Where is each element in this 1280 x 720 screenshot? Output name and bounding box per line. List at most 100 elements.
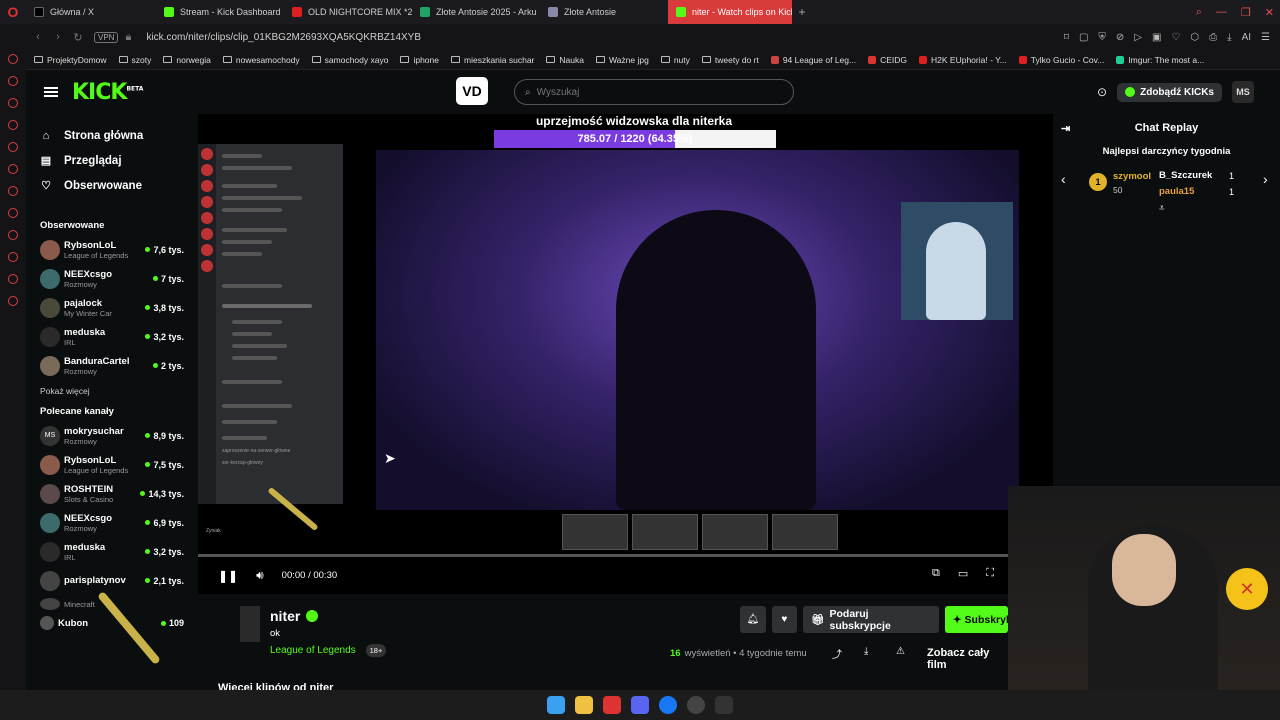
channel-item[interactable]: MS mokrysuchar Rozmowy 8,9 tys. xyxy=(26,421,198,450)
tab-nightcore[interactable]: OLD NIGHTCORE MIX *20 xyxy=(284,0,412,24)
menu-icon[interactable]: ☰ xyxy=(1261,32,1270,43)
leaderboard-icon[interactable]: ⊙ xyxy=(1097,85,1107,99)
wallet-icon[interactable]: ▣ xyxy=(1152,32,1161,43)
sidebar-app-icon[interactable] xyxy=(8,274,18,284)
video-player[interactable]: zaproszenie-na-serwer-główne sor-kerzap-… xyxy=(198,114,1053,594)
channel-item[interactable]: NEEXcsgo Rozmowy 7 tys. xyxy=(26,264,198,293)
tab-kick-dashboard[interactable]: Stream - Kick Dashboard xyxy=(156,0,284,24)
bookmark-item[interactable]: mieszkania suchar xyxy=(451,55,534,65)
sidebar-app-icon[interactable] xyxy=(8,54,18,64)
volume-icon[interactable]: 🔊︎ xyxy=(256,568,264,583)
bookmark-item[interactable]: norwegia xyxy=(163,55,211,65)
vpn-badge[interactable]: VPN xyxy=(94,31,119,43)
search-tabs-icon[interactable]: ⌕ xyxy=(1196,6,1202,19)
bookmark-item[interactable]: 94 League of Leg... xyxy=(770,55,856,65)
discord-icon[interactable] xyxy=(631,696,649,714)
channel-item[interactable]: meduska IRL 3,2 tys. xyxy=(26,322,198,351)
bookmark-item[interactable]: tweety do rt xyxy=(701,55,759,65)
notifications-bell-button[interactable]: 🔔︎ xyxy=(740,606,766,633)
pip-icon[interactable]: ⧉ xyxy=(932,567,940,580)
sidebar-app-icon[interactable] xyxy=(8,142,18,152)
adblock-icon[interactable]: ⊘ xyxy=(1116,32,1124,43)
collapse-chat-icon[interactable]: ⇥ xyxy=(1061,122,1070,135)
sidebar-app-icon[interactable] xyxy=(8,76,18,86)
facebook-icon[interactable] xyxy=(659,696,677,714)
theater-mode-icon[interactable]: ▭ xyxy=(958,567,968,580)
bookmark-item[interactable]: Tylko Gucio - Cov... xyxy=(1018,55,1104,65)
opera-icon[interactable] xyxy=(603,696,621,714)
bookmark-item[interactable]: szoty xyxy=(118,55,151,65)
follow-heart-button[interactable]: ♥ xyxy=(771,606,798,633)
streamer-name[interactable]: niter xyxy=(270,608,300,624)
reload-icon[interactable]: ↻ xyxy=(68,31,88,44)
file-explorer-icon[interactable] xyxy=(575,696,593,714)
bookmark-item[interactable]: nuty xyxy=(660,55,690,65)
heart-icon[interactable]: ♡ xyxy=(1171,32,1180,43)
donor-name[interactable]: B_Szczurek xyxy=(1159,170,1212,181)
bookmark-item[interactable]: ProjektyDomow xyxy=(34,55,107,65)
maximize-icon[interactable]: ❐ xyxy=(1241,6,1251,19)
category-link[interactable]: League of Legends xyxy=(270,645,356,656)
bookmark-item[interactable]: samochody xayo xyxy=(311,55,388,65)
back-icon[interactable]: ‹ xyxy=(28,31,48,43)
hamburger-menu-icon[interactable] xyxy=(44,87,58,97)
nav-following[interactable]: ♡ Obserwowane xyxy=(26,173,198,198)
search-box[interactable]: ⌕ xyxy=(514,79,794,105)
steam-icon[interactable] xyxy=(687,696,705,714)
bookmark-icon[interactable]: ⌑ xyxy=(1064,32,1069,43)
channel-item[interactable]: parisplatynov 2,1 tys. xyxy=(26,566,198,595)
bookmark-item[interactable]: Nauka xyxy=(546,55,584,65)
streamer-avatar[interactable] xyxy=(240,606,260,642)
channel-item[interactable]: RybsonLoL League of Legends 7,5 tys. xyxy=(26,450,198,479)
sidebar-app-icon[interactable] xyxy=(8,98,18,108)
minimize-icon[interactable]: — xyxy=(1216,6,1227,18)
extensions-icon[interactable]: ⬡ xyxy=(1190,32,1199,43)
kick-logo[interactable]: KICKBETA xyxy=(72,80,143,105)
chevron-left-icon[interactable]: ‹ xyxy=(1061,171,1066,187)
expand-icon[interactable]: ⩡ xyxy=(1159,203,1165,214)
chevron-right-icon[interactable]: › xyxy=(1263,171,1268,187)
sidebar-app-icon[interactable] xyxy=(8,164,18,174)
channel-item[interactable]: pajalock My Winter Car 3,8 tys. xyxy=(26,293,198,322)
forward-icon[interactable]: › xyxy=(48,31,68,43)
tab-kick-clips[interactable]: niter - Watch clips on Kick xyxy=(668,0,792,24)
avatar[interactable]: MS xyxy=(1232,81,1254,103)
show-more-link[interactable]: Pokaż więcej xyxy=(26,380,198,402)
seek-bar[interactable] xyxy=(198,554,1008,557)
tab-zlote-antosie[interactable]: Złote Antosie xyxy=(540,0,668,24)
bookmark-item[interactable]: Imgur: The most a... xyxy=(1116,55,1204,65)
channel-item[interactable]: Kubon 109 xyxy=(26,613,198,633)
channel-item[interactable]: RybsonLoL League of Legends 7,6 tys. xyxy=(26,235,198,264)
fullscreen-icon[interactable]: ⛶ xyxy=(986,567,994,580)
bookmark-item[interactable]: H2K EUphoria! - Y... xyxy=(919,55,1007,65)
player-icon[interactable]: ▷ xyxy=(1134,32,1142,43)
sidebar-app-icon[interactable] xyxy=(8,208,18,218)
subscribe-button[interactable]: ✦ Subskrybuj xyxy=(944,606,1009,633)
nav-home[interactable]: ⌂ Strona główna xyxy=(26,124,198,148)
vd-extension-icon[interactable]: VD xyxy=(456,77,488,105)
windows-start-icon[interactable] xyxy=(547,696,565,714)
channel-item[interactable]: NEEXcsgo Rozmowy 6,9 tys. xyxy=(26,508,198,537)
download-icon[interactable]: ⤓ xyxy=(1227,32,1231,43)
watch-full-video-link[interactable]: Zobacz cały film xyxy=(927,647,1008,671)
tab-zlote-antosie-sheet[interactable]: Złote Antosie 2025 - Arku xyxy=(412,0,540,24)
get-kicks-button[interactable]: Zdobądź KICKs xyxy=(1117,82,1222,102)
donor-name[interactable]: paula15 xyxy=(1159,186,1194,197)
sidebar-app-icon[interactable] xyxy=(8,120,18,130)
ai-button[interactable]: AI xyxy=(1242,32,1251,43)
download-icon[interactable]: ⤓ xyxy=(864,646,868,657)
snapshot-icon[interactable]: ⎙ xyxy=(1209,32,1217,43)
terminal-icon[interactable] xyxy=(715,696,733,714)
sidebar-app-icon[interactable] xyxy=(8,252,18,262)
new-tab-button[interactable]: + xyxy=(792,0,812,24)
donor-name[interactable]: szymool xyxy=(1113,171,1151,182)
opera-logo-icon[interactable]: O xyxy=(0,0,26,24)
sidebar-app-icon[interactable] xyxy=(8,186,18,196)
pause-icon[interactable]: ❚❚ xyxy=(218,569,238,583)
close-icon[interactable]: ✕ xyxy=(1265,6,1274,19)
share-icon[interactable]: ⤴ xyxy=(832,646,842,661)
channel-item[interactable]: BanduraCartel Rozmowy 2 tys. xyxy=(26,351,198,380)
search-input[interactable] xyxy=(536,86,757,98)
nav-browse[interactable]: ▤ Przeglądaj xyxy=(26,148,198,173)
gift-subs-button[interactable]: 🎁︎ Podaruj subskrypcje xyxy=(803,606,939,633)
